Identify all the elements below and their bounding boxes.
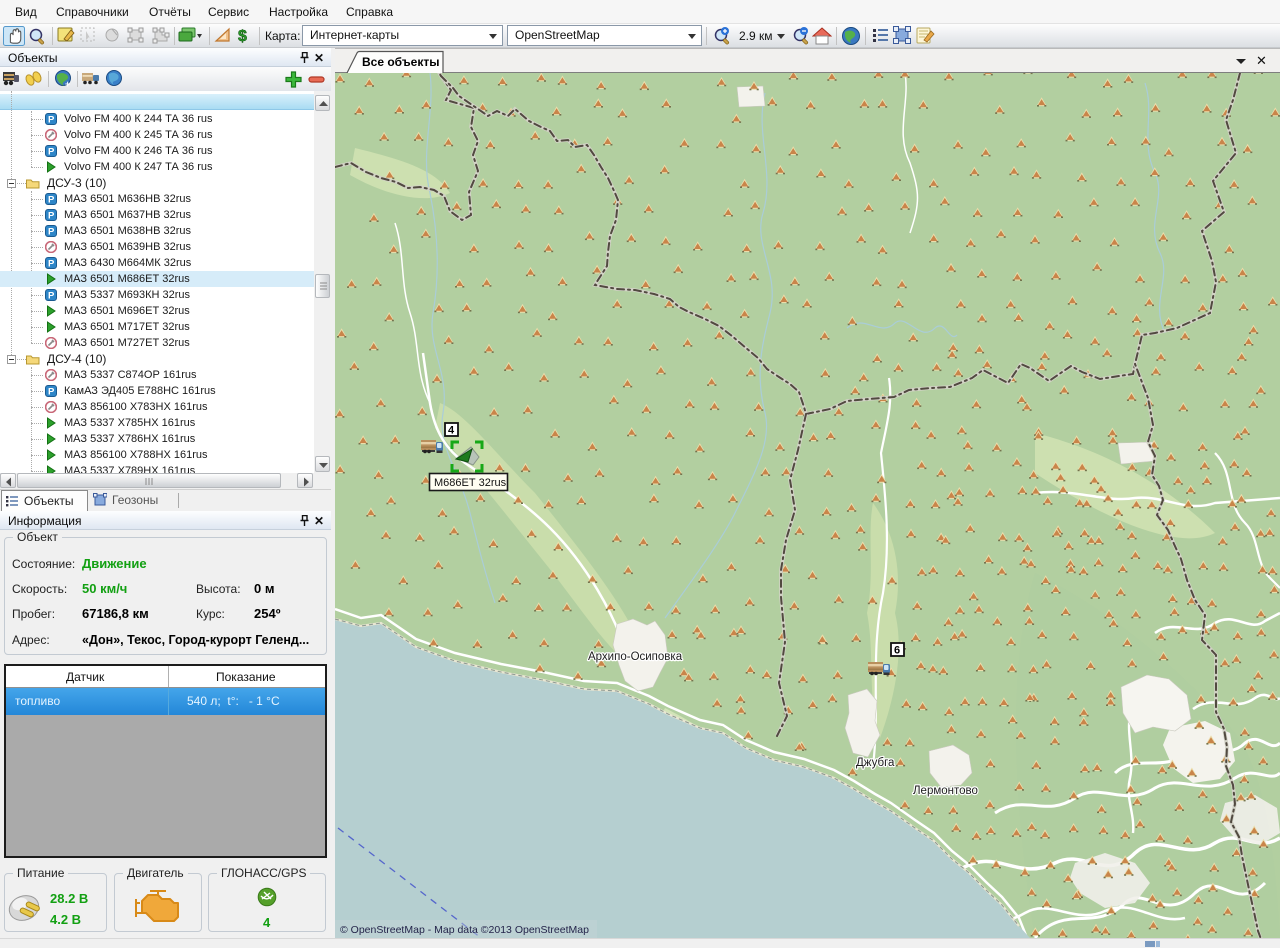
svg-text:6: 6 [894,645,900,657]
svg-text:$: $ [238,28,247,45]
svg-text:Все объекты: Все объекты [362,55,439,69]
svg-text:✕: ✕ [1256,53,1267,68]
svg-text:Архипо-Осиповка: Архипо-Осиповка [588,651,683,663]
svg-text:Лермонтово: Лермонтово [913,785,978,797]
svg-text:М686ЕТ 32rus: М686ЕТ 32rus [434,477,507,489]
svg-text:4: 4 [448,425,455,437]
svg-text:© OpenStreetMap - Map data ©20: © OpenStreetMap - Map data ©2013 OpenStr… [340,924,589,936]
svg-text:Джубга: Джубга [856,757,895,769]
